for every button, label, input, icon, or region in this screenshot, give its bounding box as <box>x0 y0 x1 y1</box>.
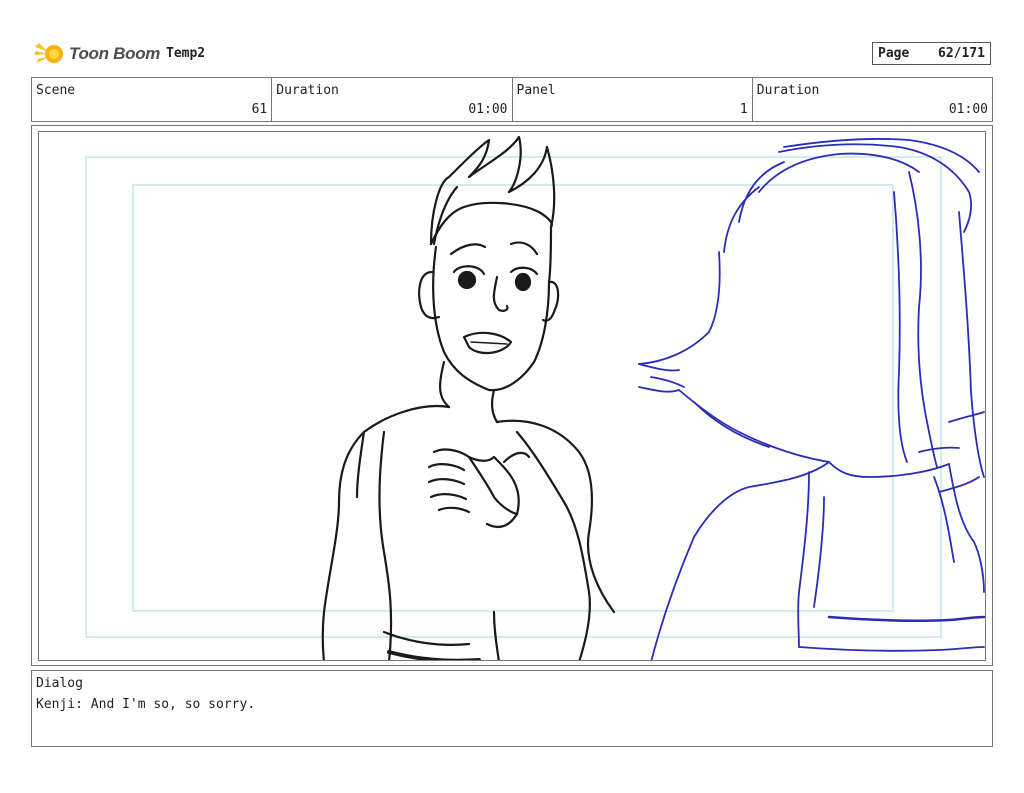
toon-boom-logo: Toon Boom <box>33 38 160 70</box>
scene-label: Scene <box>36 83 76 98</box>
toon-boom-star-icon <box>34 43 63 63</box>
title-safe-frame <box>85 156 942 638</box>
storyboard-panel-image <box>38 131 986 661</box>
panel-value: 1 <box>739 102 748 117</box>
action-safe-frame <box>132 184 894 612</box>
panel-duration-value: 01:00 <box>948 102 988 117</box>
panel-duration-label: Duration <box>756 83 820 98</box>
foreground-character-sketch <box>638 137 985 660</box>
page-value: 62/171 <box>938 46 985 61</box>
scene-duration-value: 01:00 <box>468 102 508 117</box>
scene-value: 61 <box>251 102 268 117</box>
storyboard-panel-frame <box>31 125 993 666</box>
panel-info-row: Scene 61 Duration 01:00 Panel 1 Duration… <box>31 77 993 122</box>
page-label: Page <box>878 46 910 61</box>
scene-duration-label: Duration <box>276 83 339 98</box>
panel-label: Panel <box>516 83 556 98</box>
kenji-character-sketch <box>321 135 616 660</box>
storyboard-sketch <box>85 135 985 660</box>
dialog-box: Dialog Kenji: And I'm so, so sorry. <box>31 670 993 747</box>
dialog-text: Kenji: And I'm so, so sorry. <box>36 697 256 712</box>
panel-cell: Panel 1 <box>513 78 753 121</box>
scene-duration-cell: Duration 01:00 <box>272 78 513 121</box>
logo-text: Toon Boom <box>69 44 161 63</box>
page-counter: Page 62/171 <box>872 42 991 65</box>
panel-duration-cell: Duration 01:00 <box>753 78 992 121</box>
scene-cell: Scene 61 <box>32 78 273 121</box>
project-name: Temp2 <box>166 46 206 61</box>
dialog-label: Dialog <box>36 676 83 691</box>
